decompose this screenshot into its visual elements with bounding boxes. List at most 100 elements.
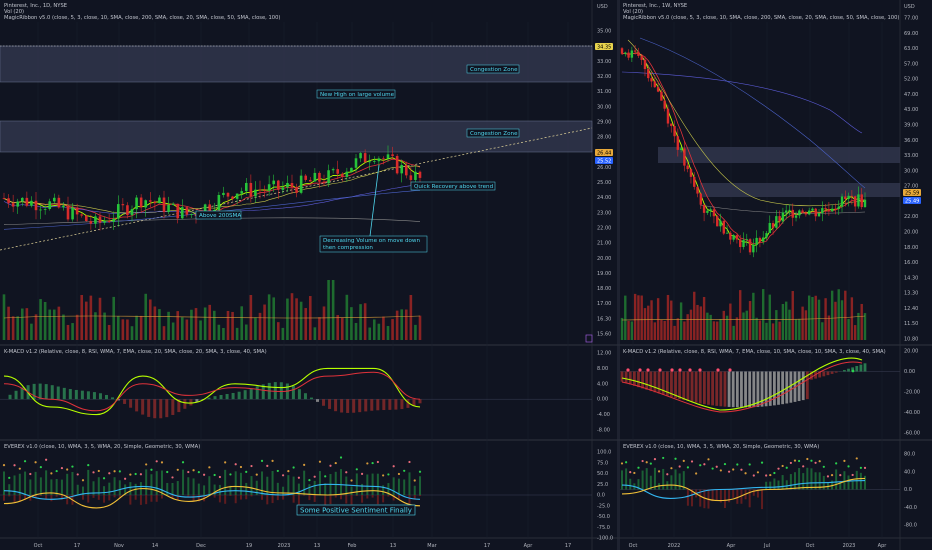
right-ribbon-label: MagicRibbon v5.0 (close, 5, 3, close, 10… <box>623 15 899 21</box>
everex-dot <box>371 461 374 465</box>
kmacd-histogram-bar <box>104 394 108 400</box>
everex-dot <box>376 460 379 464</box>
everex-bear-bar <box>361 495 364 503</box>
volume-bar <box>627 320 630 340</box>
candle-body <box>693 176 696 187</box>
volume-bar <box>199 320 202 340</box>
candle-body <box>103 220 106 223</box>
candle-body <box>640 55 643 60</box>
volume-bar <box>212 310 216 340</box>
everex-dot <box>2 464 6 467</box>
kmacd-signal-dot <box>728 368 732 372</box>
everex-tick: 25.0 <box>597 482 608 488</box>
everex-dot <box>789 461 792 465</box>
everex-dot <box>830 474 834 477</box>
everex-bear-bar <box>419 495 421 497</box>
volume-bar <box>30 323 33 340</box>
everex-bull-bar <box>345 476 348 495</box>
volume-bar <box>784 301 788 340</box>
candle-body <box>185 207 189 215</box>
everex-dot <box>87 464 90 467</box>
candle-body <box>811 208 814 211</box>
kmacd-histogram-bar <box>624 371 628 384</box>
everex-bear-bar <box>87 495 90 503</box>
candle-body <box>57 197 61 208</box>
volume-bar <box>679 302 683 340</box>
everex-bull-bar <box>108 482 111 495</box>
volume-bar <box>719 319 722 340</box>
kmacd-signal-dot <box>658 368 662 372</box>
candle-body <box>377 158 381 162</box>
kmacd-histogram-bar <box>340 399 344 413</box>
everex-bull-bar <box>392 477 395 495</box>
volume-bar <box>158 309 161 340</box>
candle-body <box>2 198 6 199</box>
kmacd-histogram-bar <box>8 394 12 400</box>
everex-tick: 50.0 <box>597 471 608 477</box>
candle-body <box>742 239 745 248</box>
volume-bar <box>121 319 125 340</box>
volume-bar <box>98 297 102 340</box>
left-price-tick: 35.00 <box>597 29 611 35</box>
left-price-tick: 23.00 <box>597 210 611 216</box>
kmacd-histogram-bar <box>231 392 235 400</box>
candle-body <box>414 171 417 180</box>
everex-bar <box>789 474 792 490</box>
volume-bar <box>112 296 116 340</box>
everex-bear-bar <box>408 495 411 505</box>
kmacd-histogram-bar <box>328 399 332 409</box>
kmacd-histogram-bar <box>86 391 90 400</box>
volume-bar <box>745 310 748 340</box>
candle-body <box>304 175 308 180</box>
candle-body <box>222 192 225 195</box>
everex-dot <box>355 468 358 471</box>
everex-bar <box>773 478 776 490</box>
everex-dot <box>657 470 661 473</box>
everex-dot <box>313 475 316 478</box>
candle-body <box>643 59 647 70</box>
candle-body <box>660 91 663 101</box>
candle-body <box>679 148 683 150</box>
candle-body <box>827 209 831 212</box>
volume-bar <box>758 320 762 340</box>
volume-bar <box>850 297 854 340</box>
kmacd-histogram-bar <box>715 371 719 406</box>
kmacd-histogram-bar <box>159 399 163 419</box>
right-time-tick: Jul <box>763 543 770 549</box>
candle-body <box>817 213 821 217</box>
candle-body <box>702 204 706 213</box>
kmacd-histogram-bar <box>645 371 649 390</box>
everex-dot <box>339 456 343 459</box>
volume-bar <box>52 309 56 340</box>
volume-bar <box>637 295 640 340</box>
volume-bar <box>386 326 390 340</box>
everex-bull-bar <box>34 471 37 495</box>
candle-body <box>171 203 175 205</box>
kmacd-histogram-bar <box>657 371 661 394</box>
kmacd-histogram-bar <box>698 371 702 404</box>
kmacd-histogram-bar <box>358 399 362 413</box>
everex-bear-bar <box>397 495 400 499</box>
volume-bar <box>244 324 248 340</box>
volume-bar <box>391 319 394 340</box>
candle-body <box>153 201 157 204</box>
everex-bar <box>769 481 772 490</box>
volume-bar <box>62 314 65 340</box>
left-time-tick: Apr <box>524 543 534 549</box>
kmacd-histogram-bar <box>649 371 653 392</box>
volume-bar <box>359 304 362 340</box>
volume-bar <box>57 306 61 340</box>
volume-bar <box>94 312 97 340</box>
candle-body <box>762 237 765 242</box>
right-price-tick: 30.00 <box>904 168 918 174</box>
volume-bar <box>25 308 29 340</box>
volume-bar <box>126 319 129 340</box>
candle-body <box>322 181 326 184</box>
candle-body <box>162 197 166 212</box>
volume-bar <box>689 309 693 340</box>
kmacd-histogram-bar <box>822 371 826 377</box>
candle-body <box>52 197 56 202</box>
everex-bear-bar <box>334 495 337 498</box>
volume-bar <box>844 290 847 340</box>
kmacd-tick: 4.00 <box>597 381 608 387</box>
